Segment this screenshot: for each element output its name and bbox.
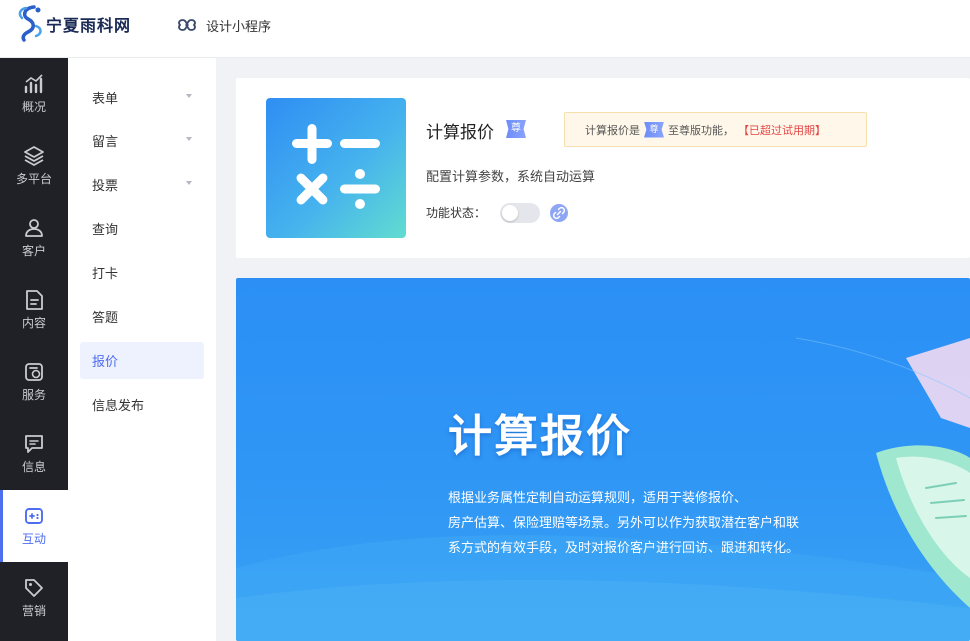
banner-line: 房产估算、保险理赔等场景。另外可以作为获取潜在客户和联 bbox=[448, 516, 800, 531]
submenu-label: 报价 bbox=[92, 355, 119, 370]
vip-badge-inline: 尊 bbox=[644, 121, 664, 138]
primary-nav-rail: 概况 多平台 客户 内容 服务 信息 互动 营销 bbox=[0, 58, 68, 641]
submenu-label: 信息发布 bbox=[92, 399, 145, 414]
calculator-icon bbox=[266, 98, 406, 238]
notice-prefix: 计算报价是 bbox=[585, 123, 640, 137]
rail-item-service[interactable]: 服务 bbox=[0, 346, 68, 418]
logo-mark-icon bbox=[18, 5, 42, 42]
submenu-label: 留言 bbox=[92, 135, 119, 150]
rail-item-message[interactable]: 信息 bbox=[0, 418, 68, 490]
rail-label: 内容 bbox=[21, 316, 46, 330]
mini-program-icon bbox=[178, 19, 196, 31]
feature-title: 计算报价 bbox=[426, 123, 494, 143]
feature-description: 配置计算参数，系统自动运算 bbox=[426, 170, 596, 185]
rail-item-multiplatform[interactable]: 多平台 bbox=[0, 130, 68, 202]
feature-status-label: 功能状态： bbox=[426, 206, 487, 220]
banner-line: 系方式的有效手段，及时对报价客户进行回访、跟进和转化。 bbox=[448, 541, 800, 556]
rail-label: 概况 bbox=[21, 100, 46, 114]
mini-program-label: 设计小程序 bbox=[206, 19, 272, 35]
chart-icon bbox=[24, 74, 43, 94]
rail-label: 服务 bbox=[21, 388, 46, 402]
vip-badge: 尊 bbox=[506, 120, 526, 138]
feature-card: 计算报价 尊 计算报价是 尊 至尊版功能， 【已超过试用期】 配置计算参数，系统… bbox=[236, 78, 970, 258]
secondary-nav: 表单 留言 投票 查询 打卡 答题 报价 信息发布 bbox=[68, 58, 216, 641]
submenu-label: 表单 bbox=[92, 92, 119, 107]
submenu-item-message[interactable]: 留言 bbox=[80, 122, 204, 159]
logo[interactable]: 宁夏雨科网 bbox=[16, 4, 131, 44]
chevron-down-icon bbox=[186, 137, 192, 141]
promo-banner: 计算报价 根据业务属性定制自动运算规则，适用于装修报价、 房产估算、保险理赔等场… bbox=[236, 278, 970, 641]
submenu-label: 答题 bbox=[92, 311, 119, 326]
trial-expired-warning: 【已超过试用期】 bbox=[738, 123, 826, 137]
user-icon bbox=[25, 219, 43, 237]
rail-item-marketing[interactable]: 营销 bbox=[0, 562, 68, 634]
rail-label: 信息 bbox=[21, 460, 46, 474]
rail-item-content[interactable]: 内容 bbox=[0, 274, 68, 346]
service-icon bbox=[25, 363, 43, 381]
logo-text: 宁夏雨科网 bbox=[46, 16, 132, 35]
rail-item-customer[interactable]: 客户 bbox=[0, 202, 68, 274]
interact-icon bbox=[25, 508, 43, 524]
banner-line: 根据业务属性定制自动运算规则，适用于装修报价、 bbox=[448, 491, 748, 506]
banner-description: 根据业务属性定制自动运算规则，适用于装修报价、 房产估算、保险理赔等场景。另外可… bbox=[448, 486, 848, 561]
submenu-item-quote[interactable]: 报价 bbox=[80, 342, 204, 379]
layers-icon bbox=[24, 146, 44, 166]
rail-item-interact[interactable]: 互动 bbox=[0, 490, 68, 562]
tag-icon bbox=[25, 579, 43, 597]
submenu-item-quiz[interactable]: 答题 bbox=[80, 298, 204, 335]
document-icon bbox=[26, 290, 43, 310]
submenu-label: 投票 bbox=[92, 179, 119, 194]
rail-item-overview[interactable]: 概况 bbox=[0, 58, 68, 130]
submenu-item-checkin[interactable]: 打卡 bbox=[80, 254, 204, 291]
rail-label: 客户 bbox=[21, 244, 46, 258]
rail-label: 互动 bbox=[21, 532, 46, 546]
submenu-item-form[interactable]: 表单 bbox=[80, 79, 204, 116]
link-icon bbox=[552, 206, 566, 220]
design-mini-program-link[interactable]: 设计小程序 bbox=[176, 14, 271, 36]
submenu-label: 打卡 bbox=[92, 267, 119, 282]
link-button[interactable] bbox=[550, 204, 568, 222]
submenu-label: 查询 bbox=[92, 223, 119, 238]
notice-suffix: 至尊版功能， bbox=[668, 123, 734, 137]
rail-label: 多平台 bbox=[15, 172, 52, 186]
feature-status-toggle[interactable] bbox=[500, 203, 540, 223]
submenu-item-query[interactable]: 查询 bbox=[80, 210, 204, 247]
upgrade-notice: 计算报价是 尊 至尊版功能， 【已超过试用期】 bbox=[564, 112, 867, 147]
chevron-down-icon bbox=[186, 94, 192, 98]
banner-title: 计算报价 bbox=[448, 411, 632, 462]
message-icon bbox=[25, 435, 43, 453]
top-header: 宁夏雨科网 设计小程序 bbox=[0, 0, 970, 58]
rail-label: 营销 bbox=[21, 604, 46, 618]
submenu-item-info-publish[interactable]: 信息发布 bbox=[80, 386, 204, 423]
submenu-item-vote[interactable]: 投票 bbox=[80, 166, 204, 203]
toggle-knob bbox=[502, 205, 518, 221]
chevron-down-icon bbox=[186, 181, 192, 185]
